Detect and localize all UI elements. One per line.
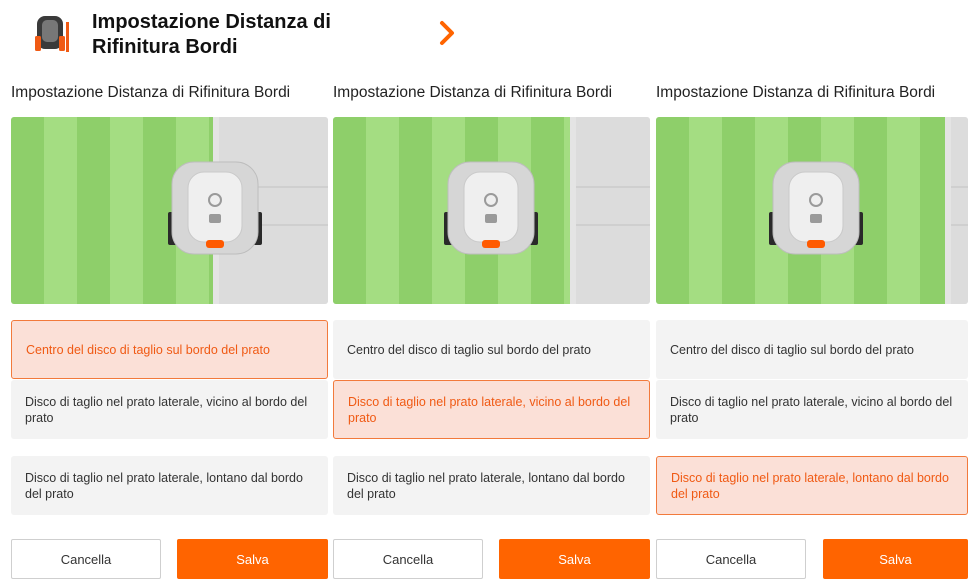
option-1[interactable]: Disco di taglio nel prato laterale, vici… [333,380,650,439]
edge-trim-panel: Impostazione Distanza di Rifinitura Bord… [11,80,328,579]
save-label: Salva [236,551,269,567]
option-label: Disco di taglio nel prato laterale, vici… [25,394,308,425]
option-0[interactable]: Centro del disco di taglio sul bordo del… [656,320,968,379]
option-1[interactable]: Disco di taglio nel prato laterale, vici… [11,380,328,439]
save-label: Salva [879,551,912,567]
chevron-right-icon[interactable] [436,20,458,46]
robot-mower [168,161,262,255]
page-header: Impostazione Distanza di Rifinitura Bord… [0,0,968,70]
cancel-button[interactable]: Cancella [656,539,806,579]
save-button[interactable]: Salva [177,539,328,579]
cancel-label: Cancella [705,551,757,567]
option-label: Centro del disco di taglio sul bordo del… [670,342,914,357]
mower-icon [35,16,69,52]
save-label: Salva [558,551,591,567]
option-label: Disco di taglio nel prato laterale, lont… [671,470,949,501]
cancel-label: Cancella [60,551,112,567]
cancel-button[interactable]: Cancella [11,539,161,579]
edge-distance-illustration [333,117,650,304]
panel-title: Impostazione Distanza di Rifinitura Bord… [333,84,613,101]
save-button[interactable]: Salva [499,539,650,579]
cancel-button[interactable]: Cancella [333,539,483,579]
robot-mower [444,161,538,255]
page-title: Impostazione Distanza di Rifinitura Bord… [92,11,331,58]
option-1[interactable]: Disco di taglio nel prato laterale, vici… [656,380,968,439]
option-label: Centro del disco di taglio sul bordo del… [26,342,270,357]
option-2[interactable]: Disco di taglio nel prato laterale, lont… [11,456,328,515]
robot-mower [769,161,863,255]
option-label: Disco di taglio nel prato laterale, vici… [670,394,953,425]
option-label: Disco di taglio nel prato laterale, lont… [25,470,303,501]
option-2[interactable]: Disco di taglio nel prato laterale, lont… [656,456,968,515]
edge-trim-panel: Impostazione Distanza di Rifinitura Bord… [333,80,650,579]
panel-title: Impostazione Distanza di Rifinitura Bord… [11,84,291,101]
option-0[interactable]: Centro del disco di taglio sul bordo del… [333,320,650,379]
panel-title: Impostazione Distanza di Rifinitura Bord… [656,84,936,101]
edge-distance-illustration [11,117,328,304]
option-label: Disco di taglio nel prato laterale, vici… [348,394,631,425]
option-label: Centro del disco di taglio sul bordo del… [347,342,591,357]
option-label: Disco di taglio nel prato laterale, lont… [347,470,625,501]
edge-distance-illustration [656,117,968,304]
cancel-label: Cancella [382,551,434,567]
save-button[interactable]: Salva [823,539,968,579]
option-0[interactable]: Centro del disco di taglio sul bordo del… [11,320,328,379]
edge-trim-panel: Impostazione Distanza di Rifinitura Bord… [656,80,968,579]
option-2[interactable]: Disco di taglio nel prato laterale, lont… [333,456,650,515]
